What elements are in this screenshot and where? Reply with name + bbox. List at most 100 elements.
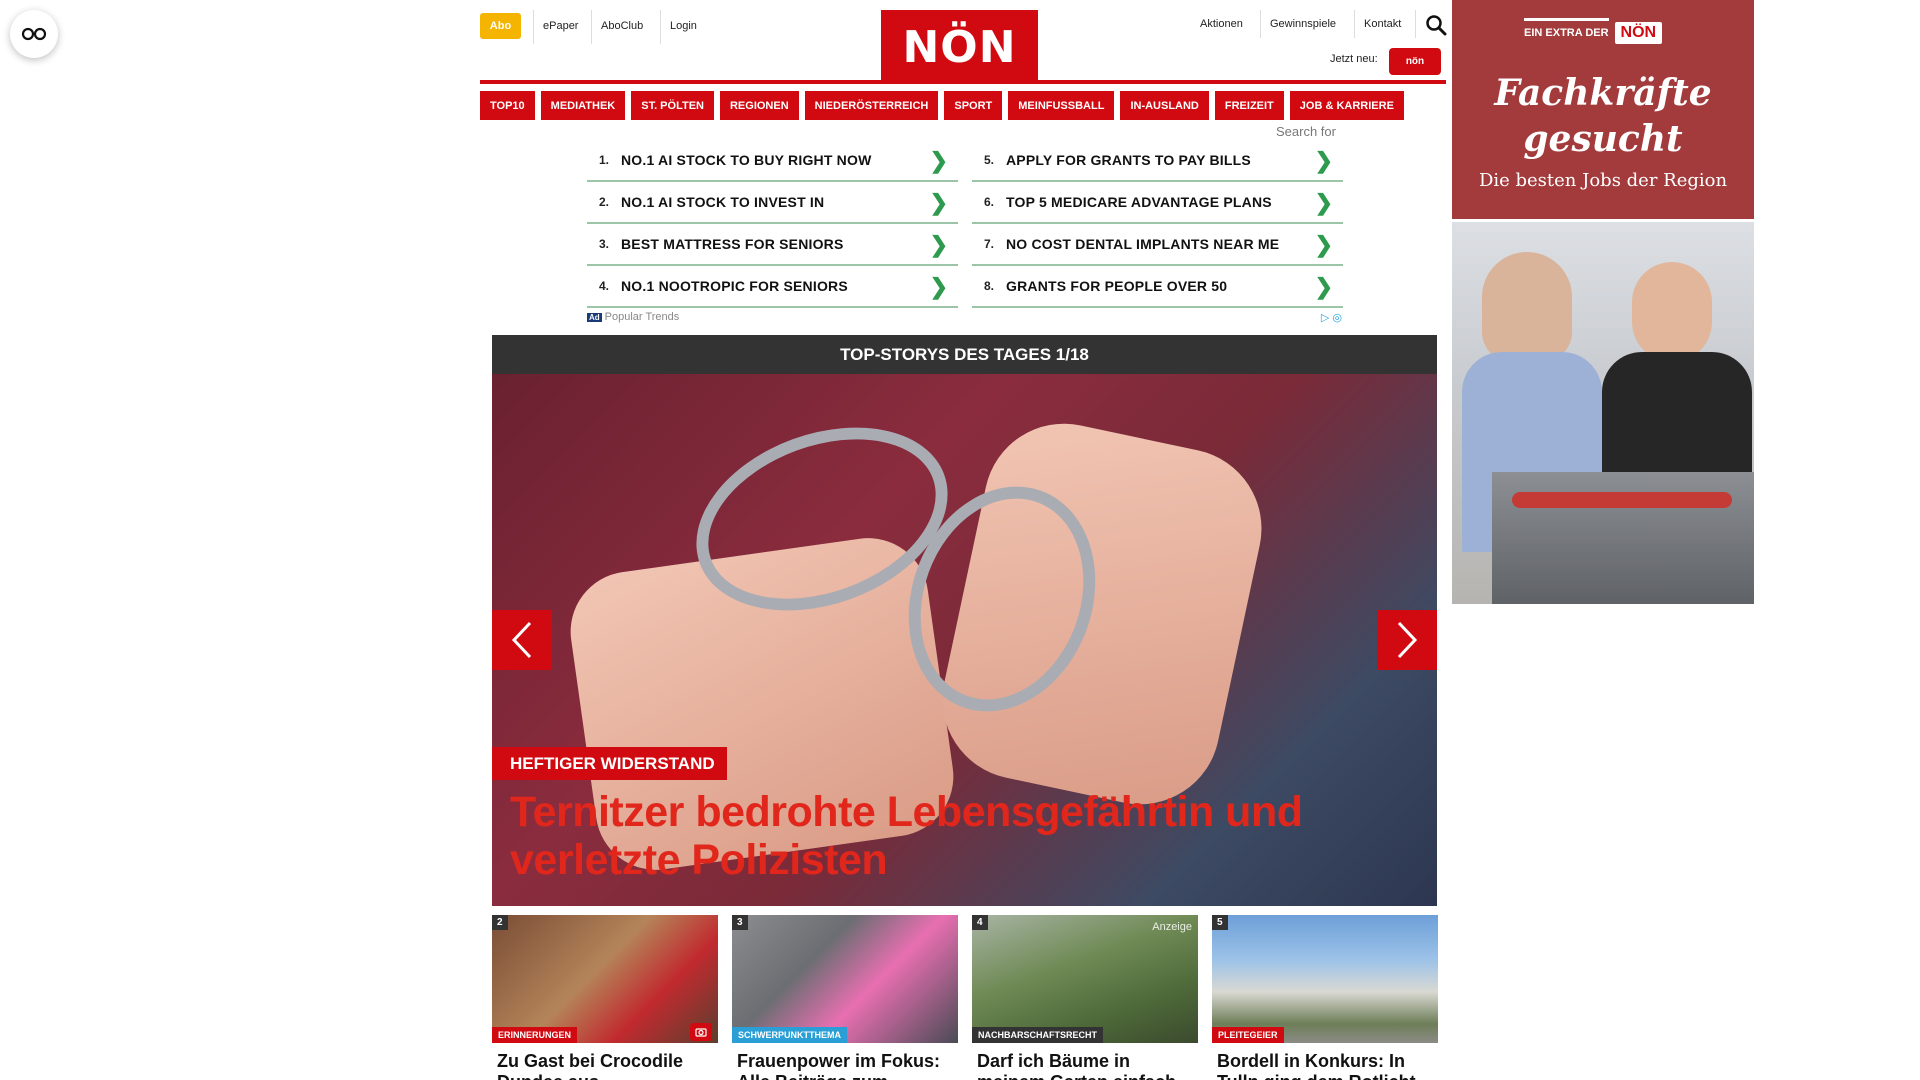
nav-item-freizeit[interactable]: FREIZEIT bbox=[1214, 91, 1284, 120]
search-icon[interactable] bbox=[1425, 14, 1447, 36]
adchoices-icon[interactable]: ▷ ◎ bbox=[1321, 311, 1342, 324]
aktionen-link[interactable]: Aktionen bbox=[1200, 14, 1243, 34]
sponsored-search-item[interactable]: 8. GRANTS FOR PEOPLE OVER 50 ❯ bbox=[972, 266, 1343, 308]
story-tag: NACHBARSCHAFTSRECHT bbox=[972, 1027, 1103, 1043]
item-label: TOP 5 MEDICARE ADVANTAGE PLANS bbox=[1006, 194, 1272, 210]
ad-extra-line: EIN EXTRA DER NÖN bbox=[1524, 18, 1663, 44]
story-title[interactable]: Zu Gast bei Crocodile Dundee aus bbox=[492, 1051, 718, 1080]
chevron-right-icon: ❯ bbox=[1314, 232, 1333, 257]
job-advertisement[interactable]: EIN EXTRA DER NÖN Fachkräfte gesucht Die… bbox=[1452, 0, 1754, 219]
sponsored-search-item[interactable]: 3. BEST MATTRESS FOR SENIORS ❯ bbox=[587, 224, 958, 266]
chevron-right-icon: ❯ bbox=[1314, 274, 1333, 299]
ad-photo-shape bbox=[1512, 492, 1732, 508]
story-title[interactable]: Darf ich Bäume in meinem Garten einfach bbox=[972, 1051, 1198, 1080]
hero-kicker: HEFTIGER WIDERSTAND bbox=[492, 747, 727, 780]
main-nav: TOP10 MEDIATHEK ST. PÖLTEN REGIONEN NIED… bbox=[480, 91, 1446, 120]
kontakt-link[interactable]: Kontakt bbox=[1364, 14, 1401, 34]
item-number: 8. bbox=[984, 279, 995, 293]
ad-photo-shape bbox=[1482, 252, 1572, 362]
story-image: 2 ERINNERUNGEN bbox=[492, 915, 718, 1043]
jetzt-neu-label: Jetzt neu: bbox=[1330, 53, 1378, 65]
story-image: 5 PLEITEGEIER bbox=[1212, 915, 1438, 1043]
sponsored-footer: Ad Popular Trends ▷ ◎ bbox=[587, 311, 1342, 325]
story-card[interactable]: 2 ERINNERUNGEN Zu Gast bei Crocodile Dun… bbox=[492, 915, 718, 1080]
ad-photo[interactable] bbox=[1452, 222, 1754, 604]
ad-provider[interactable]: Popular Trends bbox=[605, 311, 680, 323]
chevron-right-icon bbox=[1397, 621, 1418, 659]
reader-mode-button[interactable] bbox=[10, 10, 58, 58]
ad-logo: NÖN bbox=[1614, 22, 1663, 44]
story-image: 4 Anzeige NACHBARSCHAFTSRECHT bbox=[972, 915, 1198, 1043]
nav-item-job-karriere[interactable]: JOB & KARRIERE bbox=[1289, 91, 1404, 120]
sponsored-search-list: 1. NO.1 AI STOCK TO BUY RIGHT NOW ❯ 5. A… bbox=[587, 140, 1343, 308]
item-number: 7. bbox=[984, 237, 995, 251]
story-title[interactable]: Frauenpower im Fokus: Alle Beiträge zum bbox=[732, 1051, 958, 1080]
story-tag: SCHWERPUNKTTHEMA bbox=[732, 1027, 847, 1043]
aboclub-link[interactable]: AboClub bbox=[601, 13, 643, 39]
ad-headline-line: gesucht bbox=[1523, 118, 1683, 160]
site-logo[interactable]: NÖN bbox=[881, 10, 1038, 84]
nav-item-sport[interactable]: SPORT bbox=[944, 91, 1003, 120]
jetzt-neu-badge[interactable]: nön bbox=[1389, 48, 1441, 75]
nav-item-meinfussball[interactable]: MEINFUSSBALL bbox=[1008, 91, 1115, 120]
epaper-link[interactable]: ePaper bbox=[543, 13, 578, 39]
story-title[interactable]: Bordell in Konkurs: In Tulln ging dem Ro… bbox=[1212, 1051, 1438, 1080]
slider-prev-button[interactable] bbox=[492, 610, 552, 670]
sponsored-search-item[interactable]: 1. NO.1 AI STOCK TO BUY RIGHT NOW ❯ bbox=[587, 140, 958, 182]
item-number: 3. bbox=[599, 237, 610, 251]
story-thumbnails: 2 ERINNERUNGEN Zu Gast bei Crocodile Dun… bbox=[492, 915, 1438, 1080]
sponsored-search-item[interactable]: 4. NO.1 NOOTROPIC FOR SENIORS ❯ bbox=[587, 266, 958, 308]
sponsored-search-item[interactable]: 7. NO COST DENTAL IMPLANTS NEAR ME ❯ bbox=[972, 224, 1343, 266]
sponsored-search-item[interactable]: 2. NO.1 AI STOCK TO INVEST IN ❯ bbox=[587, 182, 958, 224]
nav-item-in-ausland[interactable]: IN-AUSLAND bbox=[1120, 91, 1209, 120]
ad-headline: Fachkräfte gesucht bbox=[1452, 70, 1754, 162]
top-stories-heading: TOP-STORYS DES TAGES 1/18 bbox=[492, 335, 1437, 374]
ad-subline: Die besten Jobs der Region bbox=[1478, 170, 1728, 191]
ad-extra-label: EIN EXTRA DER bbox=[1524, 27, 1609, 39]
item-label: NO.1 AI STOCK TO BUY RIGHT NOW bbox=[621, 152, 872, 168]
chevron-right-icon: ❯ bbox=[929, 190, 948, 215]
chevron-right-icon: ❯ bbox=[929, 148, 948, 173]
sponsored-search-item[interactable]: 5. APPLY FOR GRANTS TO PAY BILLS ❯ bbox=[972, 140, 1343, 182]
story-card[interactable]: 5 PLEITEGEIER Bordell in Konkurs: In Tul… bbox=[1212, 915, 1438, 1080]
story-card[interactable]: 4 Anzeige NACHBARSCHAFTSRECHT Darf ich B… bbox=[972, 915, 1198, 1080]
item-label: APPLY FOR GRANTS TO PAY BILLS bbox=[1006, 152, 1251, 168]
nav-item-top10[interactable]: TOP10 bbox=[480, 91, 535, 120]
story-number: 4 bbox=[972, 915, 988, 930]
chevron-right-icon: ❯ bbox=[929, 274, 948, 299]
item-label: NO.1 NOOTROPIC FOR SENIORS bbox=[621, 278, 848, 294]
divider bbox=[1415, 10, 1416, 38]
item-number: 1. bbox=[599, 153, 610, 167]
slider-next-button[interactable] bbox=[1377, 610, 1437, 670]
abo-button[interactable]: Abo bbox=[480, 13, 521, 39]
ad-divider bbox=[1524, 18, 1609, 21]
nav-item-regionen[interactable]: REGIONEN bbox=[719, 91, 799, 120]
story-tag: ERINNERUNGEN bbox=[492, 1027, 578, 1043]
item-label: BEST MATTRESS FOR SENIORS bbox=[621, 236, 844, 252]
item-label: GRANTS FOR PEOPLE OVER 50 bbox=[1006, 278, 1228, 294]
divider bbox=[591, 10, 592, 44]
chevron-right-icon: ❯ bbox=[1314, 190, 1333, 215]
gewinnspiele-link[interactable]: Gewinnspiele bbox=[1270, 14, 1336, 34]
story-tag: PLEITEGEIER bbox=[1212, 1027, 1284, 1043]
hero-title[interactable]: Ternitzer bedrohte Lebensgefährtin und v… bbox=[510, 788, 1410, 884]
header-divider bbox=[480, 80, 1446, 84]
ad-badge: Ad bbox=[587, 313, 602, 322]
chevron-right-icon: ❯ bbox=[929, 232, 948, 257]
item-label: NO COST DENTAL IMPLANTS NEAR ME bbox=[1006, 236, 1280, 252]
divider bbox=[1354, 10, 1355, 38]
login-link[interactable]: Login bbox=[670, 13, 697, 39]
story-number: 3 bbox=[732, 915, 748, 930]
nav-item-niederoesterreich[interactable]: NIEDERÖSTERREICH bbox=[804, 91, 939, 120]
nav-item-mediathek[interactable]: MEDIATHEK bbox=[540, 91, 626, 120]
story-card[interactable]: 3 SCHWERPUNKTTHEMA Frauenpower im Fokus:… bbox=[732, 915, 958, 1080]
sponsored-search-item[interactable]: 6. TOP 5 MEDICARE ADVANTAGE PLANS ❯ bbox=[972, 182, 1343, 224]
divider bbox=[533, 10, 534, 44]
site-header: Abo ePaper AboClub Login NÖN Aktionen Ge… bbox=[480, 0, 1447, 84]
divider bbox=[1260, 10, 1261, 38]
nav-item-st-poelten[interactable]: ST. PÖLTEN bbox=[631, 91, 714, 120]
story-image: 3 SCHWERPUNKTTHEMA bbox=[732, 915, 958, 1043]
item-number: 2. bbox=[599, 195, 610, 209]
item-number: 5. bbox=[984, 153, 995, 167]
chevron-left-icon bbox=[511, 621, 532, 659]
